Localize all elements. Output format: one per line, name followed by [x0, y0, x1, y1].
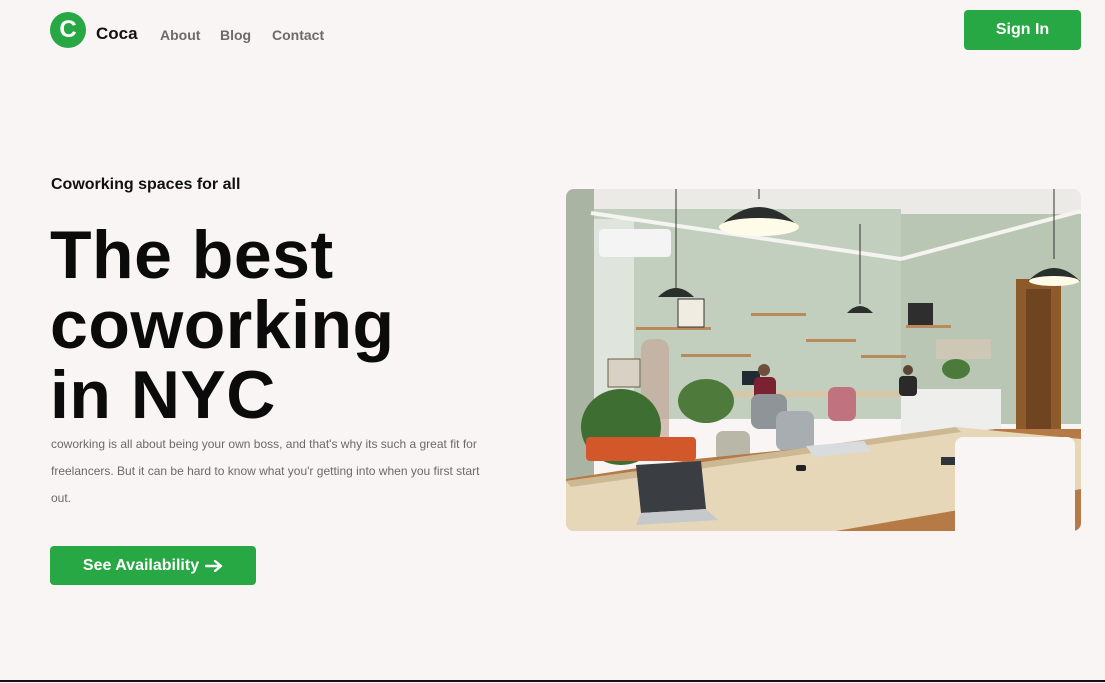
hero-eyebrow: Coworking spaces for all: [51, 176, 241, 193]
sign-in-button[interactable]: Sign In: [964, 10, 1081, 50]
headline-line-1: The best: [50, 217, 334, 293]
nav-link-contact[interactable]: Contact: [272, 27, 324, 43]
top-nav: C Coca About Blog Contact Sign In: [0, 0, 1105, 70]
bottom-divider: [0, 680, 1105, 682]
headline-line-2: coworking: [50, 287, 395, 363]
overlay-card: [955, 437, 1075, 537]
brand-name[interactable]: Coca: [96, 24, 138, 44]
nav-link-about[interactable]: About: [160, 27, 200, 43]
see-availability-button[interactable]: See Availability: [50, 546, 256, 585]
hero-description: coworking is all about being your own bo…: [51, 437, 480, 505]
cta-label: See Availability: [82, 556, 200, 574]
headline-line-3: in NYC: [50, 357, 276, 433]
nav-link-blog[interactable]: Blog: [220, 27, 251, 43]
brand-logo-icon[interactable]: C: [50, 12, 86, 48]
hero-headline: The best coworking in NYC: [50, 220, 530, 430]
arrow-right-icon: [205, 559, 223, 572]
